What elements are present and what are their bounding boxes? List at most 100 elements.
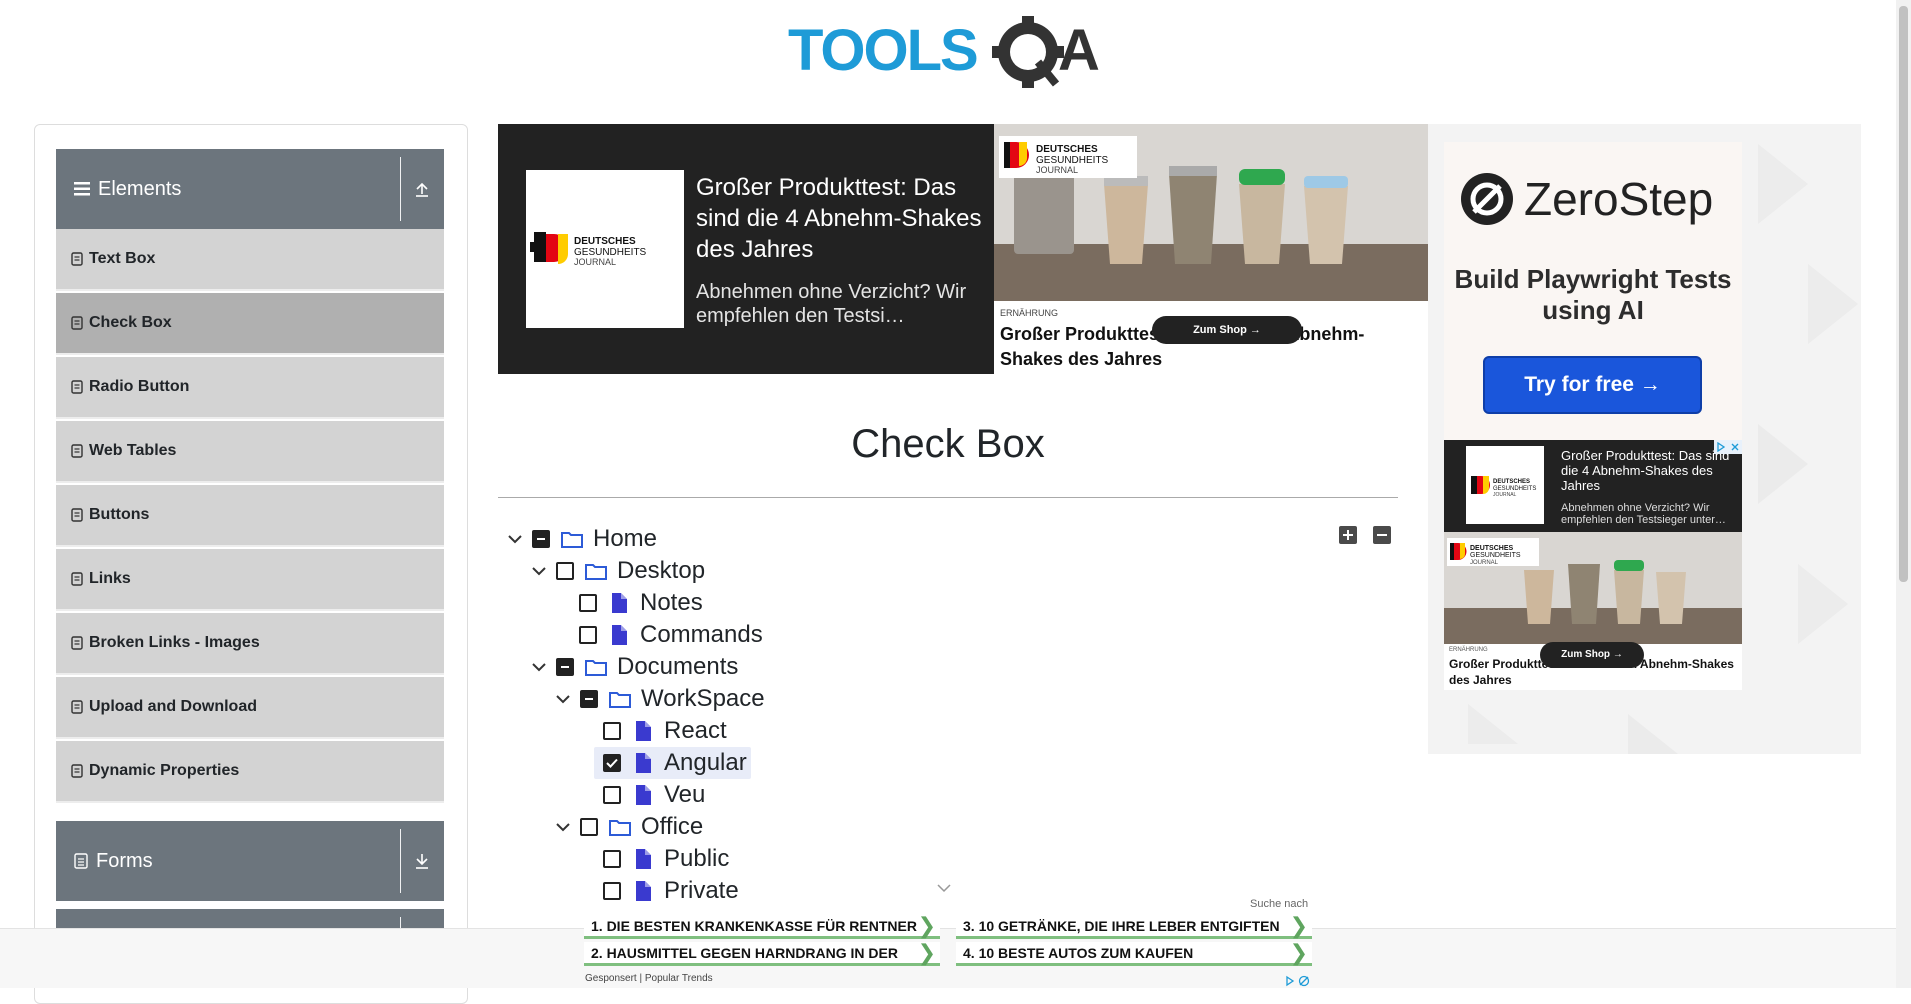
tree-node-angular[interactable]: Angular (594, 747, 751, 779)
search-link-2[interactable]: 2. HAUSMITTEL GEGEN HARNDRANG IN DER ❯ (584, 940, 940, 966)
tree-node-desktop[interactable]: Desktop (532, 556, 705, 586)
chevron-down-icon[interactable] (532, 556, 546, 586)
divider (498, 497, 1398, 498)
checkbox[interactable] (580, 690, 598, 708)
checkbox[interactable] (603, 786, 621, 804)
tree-node-commands[interactable]: Commands (579, 620, 763, 650)
list-icon (71, 252, 83, 266)
checkbox[interactable] (579, 626, 597, 644)
tree-node-workspace[interactable]: WorkSpace (556, 684, 765, 714)
collapse-all-button[interactable] (1373, 526, 1391, 544)
tree-node-label[interactable]: Home (593, 525, 657, 553)
scrollbar-track[interactable] (1896, 0, 1911, 988)
tree-node-office[interactable]: Office (556, 812, 703, 842)
sidebar-item-label: Upload and Download (89, 698, 257, 715)
collapse-icon[interactable] (400, 149, 444, 229)
tree-node-label[interactable]: Office (641, 813, 703, 841)
checkbox[interactable] (603, 722, 621, 740)
tree-node-label[interactable]: Public (664, 845, 729, 873)
checkbox[interactable] (603, 850, 621, 868)
mini-ad-title[interactable]: Großer Produkttest: Das sind die 4 Abneh… (1561, 448, 1737, 493)
banner-title[interactable]: Großer Produkttest: Das sind die 4 Abneh… (696, 172, 986, 265)
tree-node-label[interactable]: Notes (640, 589, 703, 617)
close-ad-icon[interactable] (1728, 440, 1742, 454)
sidebar-item-links[interactable]: Links (56, 549, 444, 611)
try-for-free-button[interactable]: Try for free → (1483, 356, 1702, 414)
group-header-forms[interactable]: Forms (56, 821, 444, 901)
tree-node-private[interactable]: Private (603, 876, 739, 906)
ad-category: ERNÄHRUNG (1000, 308, 1059, 318)
mini-photo-logo-line3: JOURNAL (1470, 560, 1499, 566)
group-header-elements[interactable]: Elements (56, 149, 444, 229)
zerostep-card[interactable]: ZeroStep Build Playwright Tests using AI… (1444, 142, 1742, 442)
dgj-logo-line1: DEUTSCHES (1493, 479, 1530, 485)
sidebar-item-check-box[interactable]: Check Box (56, 293, 444, 355)
sidebar-item-label: Check Box (89, 314, 172, 331)
tree-node-label[interactable]: Private (664, 877, 739, 905)
adchoices-icon[interactable] (1714, 440, 1728, 454)
chevron-down-icon[interactable] (556, 812, 570, 842)
sidebar-item-radio-button[interactable]: Radio Button (56, 357, 444, 419)
sidebar-item-dynamic-properties[interactable]: Dynamic Properties (56, 741, 444, 803)
expand-icon[interactable] (400, 821, 444, 901)
checkbox[interactable] (580, 818, 598, 836)
sidebar-item-text-box[interactable]: Text Box (56, 229, 444, 291)
search-link-3[interactable]: 3. 10 GETRÄNKE, DIE IHRE LEBER ENTGIFTEN… (956, 913, 1312, 939)
mini-ad-photo[interactable]: DEUTSCHES GESUNDHEITS JOURNAL ERNÄHRUNG … (1444, 532, 1742, 690)
list-icon (71, 380, 83, 394)
checkbox[interactable] (556, 658, 574, 676)
tree-node-react[interactable]: React (603, 716, 727, 746)
chevron-down-icon[interactable] (936, 880, 952, 898)
tree-node-label[interactable]: Commands (640, 621, 763, 649)
search-link-label: 2. HAUSMITTEL GEGEN HARNDRANG IN DER (591, 944, 898, 961)
checkbox[interactable] (603, 754, 621, 772)
file-icon (632, 784, 654, 806)
tree-node-public[interactable]: Public (603, 844, 729, 874)
search-link-4[interactable]: 4. 10 BESTE AUTOS ZUM KAUFEN ❯ (956, 940, 1312, 966)
sidebar-item-upload-download[interactable]: Upload and Download (56, 677, 444, 739)
dgj-logo: DEUTSCHES GESUNDHEITS JOURNAL (526, 170, 684, 328)
plus-icon (1343, 530, 1353, 540)
tree-node-label[interactable]: WorkSpace (641, 685, 765, 713)
zerostep-tagline: Build Playwright Tests using AI (1454, 264, 1732, 325)
scrollbar-thumb[interactable] (1899, 6, 1908, 582)
checkbox[interactable] (579, 594, 597, 612)
zum-shop-button[interactable]: Zum Shop → (1540, 642, 1644, 668)
sidebar-item-buttons[interactable]: Buttons (56, 485, 444, 547)
list-icon (71, 316, 83, 330)
toolsqa-logo[interactable]: TOOLS A (788, 14, 1113, 92)
search-link-label: 1. DIE BESTEN KRANKENKASSE FÜR RENTNER (591, 917, 917, 934)
chevron-down-icon[interactable] (508, 524, 522, 554)
expand-all-button[interactable] (1339, 526, 1357, 544)
tree-node-documents[interactable]: Documents (532, 652, 738, 682)
banner-description: Abnehmen ohne Verzicht? Wir empfehlen de… (696, 281, 967, 327)
checkbox[interactable] (556, 562, 574, 580)
banner-photo[interactable]: DEUTSCHES GESUNDHEITS JOURNAL ERNÄHRUNG … (994, 124, 1428, 374)
right-ad: ZeroStep Build Playwright Tests using AI… (1428, 124, 1861, 754)
tree-node-label[interactable]: React (664, 717, 727, 745)
tree-node-label[interactable]: Angular (664, 749, 747, 777)
list-icon (71, 764, 83, 778)
mini-ad[interactable]: DEUTSCHES GESUNDHEITS JOURNAL Großer Pro… (1444, 440, 1742, 690)
chevron-down-icon[interactable] (556, 684, 570, 714)
banner-ad[interactable]: DEUTSCHES GESUNDHEITS JOURNAL Großer Pro… (498, 124, 1428, 374)
folder-icon (609, 688, 631, 710)
chevron-down-icon[interactable] (532, 652, 546, 682)
tree-node-notes[interactable]: Notes (579, 588, 703, 618)
tree-node-label[interactable]: Veu (664, 781, 705, 809)
sidebar-item-broken-links[interactable]: Broken Links - Images (56, 613, 444, 675)
tree-node-label[interactable]: Documents (617, 653, 738, 681)
tree-node-label[interactable]: Desktop (617, 557, 705, 585)
sidebar-item-label: Dynamic Properties (89, 762, 240, 779)
zum-shop-button[interactable]: Zum Shop → (1152, 316, 1302, 344)
mini-photo-logo-line1: DEUTSCHES (1470, 545, 1514, 552)
sidebar-item-web-tables[interactable]: Web Tables (56, 421, 444, 483)
checkbox[interactable] (603, 882, 621, 900)
folder-icon (609, 816, 631, 838)
search-link-1[interactable]: 1. DIE BESTEN KRANKENKASSE FÜR RENTNER ❯ (584, 913, 940, 939)
group-label-forms: Forms (96, 849, 153, 872)
checkbox[interactable] (532, 530, 550, 548)
tree-node-home[interactable]: Home (508, 524, 657, 554)
adchoices-icon[interactable] (1285, 974, 1311, 992)
tree-node-veu[interactable]: Veu (603, 780, 705, 810)
